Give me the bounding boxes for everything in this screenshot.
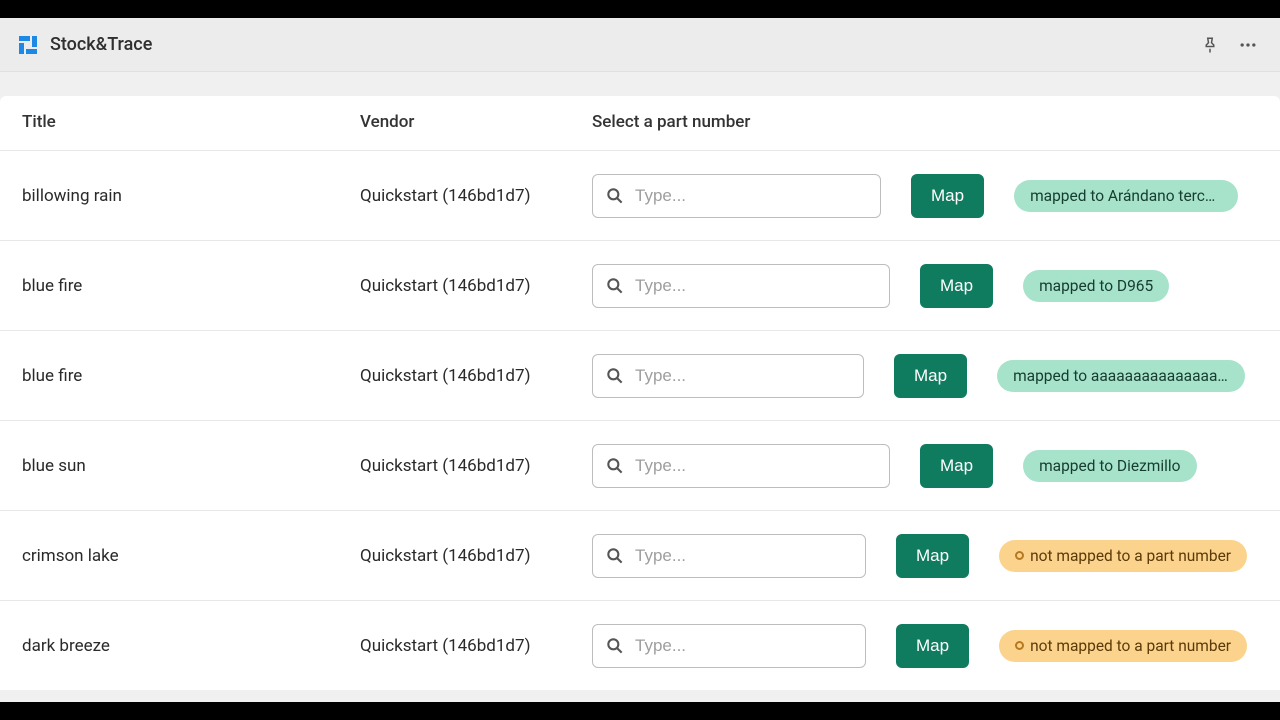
map-button[interactable]: Map bbox=[920, 264, 993, 308]
mapping-table: Title Vendor Select a part number billow… bbox=[0, 96, 1280, 690]
part-number-input[interactable] bbox=[635, 186, 868, 206]
row-vendor: Quickstart (146bd1d7) bbox=[360, 276, 592, 296]
app-logo-icon bbox=[18, 35, 38, 55]
status-badge-text: mapped to Arándano tercer... bbox=[1030, 187, 1222, 205]
table-row: blue fireQuickstart (146bd1d7) Map mapped … bbox=[0, 330, 1280, 420]
map-button[interactable]: Map bbox=[896, 624, 969, 668]
row-vendor: Quickstart (146bd1d7) bbox=[360, 186, 592, 206]
pin-icon[interactable] bbox=[1196, 31, 1224, 59]
status-badge-text: not mapped to a part number bbox=[1030, 547, 1231, 565]
status-badge-mapped: mapped to Arándano tercer... bbox=[1014, 180, 1238, 212]
row-vendor: Quickstart (146bd1d7) bbox=[360, 456, 592, 476]
row-action-area: Map mapped to D965 bbox=[592, 264, 1258, 308]
part-number-search[interactable] bbox=[592, 624, 866, 668]
part-number-input[interactable] bbox=[635, 456, 877, 476]
table-row: dark breezeQuickstart (146bd1d7) Map not m… bbox=[0, 600, 1280, 690]
app-header: Stock&Trace bbox=[0, 18, 1280, 72]
map-button[interactable]: Map bbox=[920, 444, 993, 488]
row-vendor: Quickstart (146bd1d7) bbox=[360, 366, 592, 386]
part-number-search[interactable] bbox=[592, 444, 890, 488]
status-badge-unmapped: not mapped to a part number bbox=[999, 630, 1247, 662]
part-number-input[interactable] bbox=[635, 276, 877, 296]
more-icon[interactable] bbox=[1234, 31, 1262, 59]
warning-dot-icon bbox=[1015, 551, 1024, 560]
status-badge-mapped: mapped to D965 bbox=[1023, 270, 1169, 302]
part-number-input[interactable] bbox=[635, 636, 853, 656]
row-action-area: Map not mapped to a part number bbox=[592, 624, 1258, 668]
search-icon bbox=[605, 186, 625, 206]
table-row: blue fireQuickstart (146bd1d7) Map mapped … bbox=[0, 240, 1280, 330]
row-action-area: Map not mapped to a part number bbox=[592, 534, 1258, 578]
map-button[interactable]: Map bbox=[911, 174, 984, 218]
part-number-input[interactable] bbox=[635, 366, 851, 386]
search-icon bbox=[605, 456, 625, 476]
app-title: Stock&Trace bbox=[50, 34, 152, 55]
row-title: blue sun bbox=[22, 456, 360, 476]
row-title: blue fire bbox=[22, 366, 360, 386]
status-badge-mapped: mapped to Diezmillo bbox=[1023, 450, 1196, 482]
row-vendor: Quickstart (146bd1d7) bbox=[360, 546, 592, 566]
table-header-row: Title Vendor Select a part number bbox=[0, 96, 1280, 150]
part-number-search[interactable] bbox=[592, 354, 864, 398]
status-badge-text: mapped to aaaaaaaaaaaaaaa... bbox=[1013, 367, 1229, 385]
status-badge-text: mapped to D965 bbox=[1039, 277, 1153, 295]
status-badge-mapped: mapped to aaaaaaaaaaaaaaa... bbox=[997, 360, 1245, 392]
status-badge-unmapped: not mapped to a part number bbox=[999, 540, 1247, 572]
row-title: billowing rain bbox=[22, 186, 360, 206]
part-number-input[interactable] bbox=[635, 546, 853, 566]
map-button[interactable]: Map bbox=[896, 534, 969, 578]
row-title: crimson lake bbox=[22, 546, 360, 566]
row-action-area: Map mapped to Arándano tercer... bbox=[592, 174, 1258, 218]
status-badge-text: mapped to Diezmillo bbox=[1039, 457, 1180, 475]
part-number-search[interactable] bbox=[592, 534, 866, 578]
search-icon bbox=[605, 546, 625, 566]
status-badge-text: not mapped to a part number bbox=[1030, 637, 1231, 655]
row-action-area: Map mapped to Diezmillo bbox=[592, 444, 1258, 488]
search-icon bbox=[605, 636, 625, 656]
map-button[interactable]: Map bbox=[894, 354, 967, 398]
row-title: blue fire bbox=[22, 276, 360, 296]
row-action-area: Map mapped to aaaaaaaaaaaaaaa... bbox=[592, 354, 1258, 398]
warning-dot-icon bbox=[1015, 641, 1024, 650]
part-number-search[interactable] bbox=[592, 264, 890, 308]
col-header-select: Select a part number bbox=[592, 112, 1258, 132]
table-row: crimson lakeQuickstart (146bd1d7) Map not … bbox=[0, 510, 1280, 600]
search-icon bbox=[605, 276, 625, 296]
table-row: blue sunQuickstart (146bd1d7) Map mapped t… bbox=[0, 420, 1280, 510]
row-title: dark breeze bbox=[22, 636, 360, 656]
part-number-search[interactable] bbox=[592, 174, 881, 218]
col-header-title: Title bbox=[22, 112, 360, 132]
table-row: billowing rainQuickstart (146bd1d7) Map ma… bbox=[0, 150, 1280, 240]
row-vendor: Quickstart (146bd1d7) bbox=[360, 636, 592, 656]
search-icon bbox=[605, 366, 625, 386]
col-header-vendor: Vendor bbox=[360, 112, 592, 132]
